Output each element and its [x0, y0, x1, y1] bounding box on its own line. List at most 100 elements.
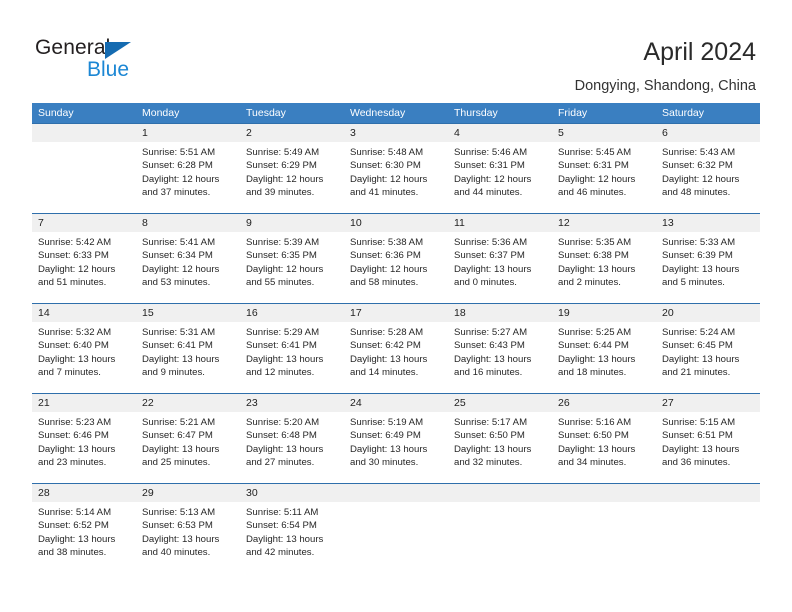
daylight-text-cont: and 34 minutes. — [558, 456, 627, 468]
sunset-text: Sunset: 6:28 PM — [142, 160, 213, 172]
day-cell[interactable]: Sunrise: 5:24 AM Sunset: 6:45 PM Dayligh… — [656, 326, 760, 393]
day-cell[interactable]: Sunrise: 5:15 AM Sunset: 6:51 PM Dayligh… — [656, 416, 760, 483]
day-number[interactable]: 24 — [344, 394, 448, 412]
day-cell[interactable]: Sunrise: 5:35 AM Sunset: 6:38 PM Dayligh… — [552, 236, 656, 303]
day-number[interactable]: 12 — [552, 214, 656, 232]
day-cell[interactable]: Sunrise: 5:48 AM Sunset: 6:30 PM Dayligh… — [344, 146, 448, 213]
day-cell[interactable]: Sunrise: 5:20 AM Sunset: 6:48 PM Dayligh… — [240, 416, 344, 483]
day-cell[interactable]: Sunrise: 5:38 AM Sunset: 6:36 PM Dayligh… — [344, 236, 448, 303]
day-number[interactable]: 26 — [552, 394, 656, 412]
daylight-text-cont: and 37 minutes. — [142, 186, 211, 198]
day-cell[interactable]: Sunrise: 5:33 AM Sunset: 6:39 PM Dayligh… — [656, 236, 760, 303]
day-number[interactable]: 10 — [344, 214, 448, 232]
generalblue-logo[interactable]: General Blue — [35, 36, 155, 84]
weekday-header-wednesday: Wednesday — [350, 107, 406, 119]
day-number[interactable]: 29 — [136, 484, 240, 502]
sunrise-text: Sunrise: 5:33 AM — [662, 237, 736, 248]
daylight-text-cont: and 14 minutes. — [350, 366, 419, 378]
day-number[interactable] — [448, 484, 552, 502]
day-cell[interactable]: Sunrise: 5:42 AM Sunset: 6:33 PM Dayligh… — [32, 236, 136, 303]
sunrise-text: Sunrise: 5:51 AM — [142, 147, 216, 158]
day-number[interactable]: 11 — [448, 214, 552, 232]
daylight-text: Daylight: 13 hours — [558, 263, 636, 275]
sunrise-text: Sunrise: 5:15 AM — [662, 417, 736, 428]
day-cell[interactable]: Sunrise: 5:32 AM Sunset: 6:40 PM Dayligh… — [32, 326, 136, 393]
sunset-text: Sunset: 6:49 PM — [350, 430, 421, 442]
day-cell[interactable]: Sunrise: 5:23 AM Sunset: 6:46 PM Dayligh… — [32, 416, 136, 483]
day-cell[interactable]: Sunrise: 5:21 AM Sunset: 6:47 PM Dayligh… — [136, 416, 240, 483]
day-number[interactable]: 8 — [136, 214, 240, 232]
day-cell[interactable]: Sunrise: 5:31 AM Sunset: 6:41 PM Dayligh… — [136, 326, 240, 393]
sunset-text: Sunset: 6:53 PM — [142, 520, 213, 532]
day-cell[interactable]: Sunrise: 5:17 AM Sunset: 6:50 PM Dayligh… — [448, 416, 552, 483]
day-cell[interactable]: Sunrise: 5:16 AM Sunset: 6:50 PM Dayligh… — [552, 416, 656, 483]
day-number[interactable] — [552, 484, 656, 502]
page-subtitle-location: Dongying, Shandong, China — [574, 78, 756, 94]
day-number[interactable]: 20 — [656, 304, 760, 322]
day-number[interactable]: 1 — [136, 124, 240, 142]
day-number[interactable]: 2 — [240, 124, 344, 142]
day-number[interactable]: 25 — [448, 394, 552, 412]
day-number[interactable]: 21 — [32, 394, 136, 412]
day-number[interactable] — [32, 124, 136, 142]
day-number[interactable] — [344, 484, 448, 502]
sunrise-text: Sunrise: 5:29 AM — [246, 327, 320, 338]
sunset-text: Sunset: 6:52 PM — [38, 520, 109, 532]
day-number[interactable]: 27 — [656, 394, 760, 412]
day-cell[interactable]: Sunrise: 5:46 AM Sunset: 6:31 PM Dayligh… — [448, 146, 552, 213]
day-cell[interactable]: Sunrise: 5:11 AM Sunset: 6:54 PM Dayligh… — [240, 506, 344, 573]
day-number[interactable]: 15 — [136, 304, 240, 322]
day-cell[interactable]: Sunrise: 5:27 AM Sunset: 6:43 PM Dayligh… — [448, 326, 552, 393]
day-cell[interactable]: Sunrise: 5:45 AM Sunset: 6:31 PM Dayligh… — [552, 146, 656, 213]
day-number[interactable]: 19 — [552, 304, 656, 322]
day-cell[interactable]: Sunrise: 5:25 AM Sunset: 6:44 PM Dayligh… — [552, 326, 656, 393]
day-cell[interactable]: Sunrise: 5:29 AM Sunset: 6:41 PM Dayligh… — [240, 326, 344, 393]
day-number[interactable]: 6 — [656, 124, 760, 142]
day-number[interactable]: 7 — [32, 214, 136, 232]
sunset-text: Sunset: 6:46 PM — [38, 430, 109, 442]
daylight-text: Daylight: 12 hours — [558, 173, 636, 185]
day-number[interactable]: 30 — [240, 484, 344, 502]
week-daynumber-strip: 1 2 3 4 5 6 — [32, 124, 760, 142]
day-cell[interactable]: Sunrise: 5:51 AM Sunset: 6:28 PM Dayligh… — [136, 146, 240, 213]
day-number[interactable]: 3 — [344, 124, 448, 142]
day-number[interactable]: 23 — [240, 394, 344, 412]
day-number[interactable]: 28 — [32, 484, 136, 502]
day-number[interactable]: 14 — [32, 304, 136, 322]
week-detail-strip: Sunrise: 5:23 AM Sunset: 6:46 PM Dayligh… — [32, 412, 760, 483]
sunset-text: Sunset: 6:38 PM — [558, 250, 629, 262]
week-daynumber-strip: 21 22 23 24 25 26 27 — [32, 394, 760, 412]
daylight-text: Daylight: 12 hours — [142, 173, 220, 185]
day-cell[interactable]: Sunrise: 5:49 AM Sunset: 6:29 PM Dayligh… — [240, 146, 344, 213]
daylight-text-cont: and 55 minutes. — [246, 276, 315, 288]
day-cell[interactable]: Sunrise: 5:43 AM Sunset: 6:32 PM Dayligh… — [656, 146, 760, 213]
day-number[interactable]: 18 — [448, 304, 552, 322]
day-cell-empty — [344, 506, 448, 573]
day-cell[interactable]: Sunrise: 5:28 AM Sunset: 6:42 PM Dayligh… — [344, 326, 448, 393]
day-cell[interactable]: Sunrise: 5:36 AM Sunset: 6:37 PM Dayligh… — [448, 236, 552, 303]
calendar-week-row: 1 2 3 4 5 6 Sunrise: 5:51 AM Sunset: 6:2… — [32, 123, 760, 213]
day-number[interactable]: 17 — [344, 304, 448, 322]
day-number[interactable]: 13 — [656, 214, 760, 232]
daylight-text-cont: and 25 minutes. — [142, 456, 211, 468]
daylight-text-cont: and 51 minutes. — [38, 276, 107, 288]
day-cell[interactable]: Sunrise: 5:19 AM Sunset: 6:49 PM Dayligh… — [344, 416, 448, 483]
day-cell[interactable]: Sunrise: 5:14 AM Sunset: 6:52 PM Dayligh… — [32, 506, 136, 573]
day-number[interactable]: 5 — [552, 124, 656, 142]
sunset-text: Sunset: 6:45 PM — [662, 340, 733, 352]
week-detail-strip: Sunrise: 5:14 AM Sunset: 6:52 PM Dayligh… — [32, 502, 760, 573]
sunset-text: Sunset: 6:48 PM — [246, 430, 317, 442]
logo-text-general: General — [35, 36, 111, 59]
sunrise-text: Sunrise: 5:11 AM — [246, 507, 319, 518]
day-number[interactable] — [656, 484, 760, 502]
day-number[interactable]: 4 — [448, 124, 552, 142]
day-cell[interactable] — [32, 146, 136, 213]
day-number[interactable]: 22 — [136, 394, 240, 412]
day-cell[interactable]: Sunrise: 5:13 AM Sunset: 6:53 PM Dayligh… — [136, 506, 240, 573]
day-number[interactable]: 9 — [240, 214, 344, 232]
day-cell[interactable]: Sunrise: 5:41 AM Sunset: 6:34 PM Dayligh… — [136, 236, 240, 303]
day-number[interactable]: 16 — [240, 304, 344, 322]
day-cell[interactable]: Sunrise: 5:39 AM Sunset: 6:35 PM Dayligh… — [240, 236, 344, 303]
daylight-text: Daylight: 13 hours — [350, 443, 428, 455]
daylight-text-cont: and 0 minutes. — [454, 276, 517, 288]
